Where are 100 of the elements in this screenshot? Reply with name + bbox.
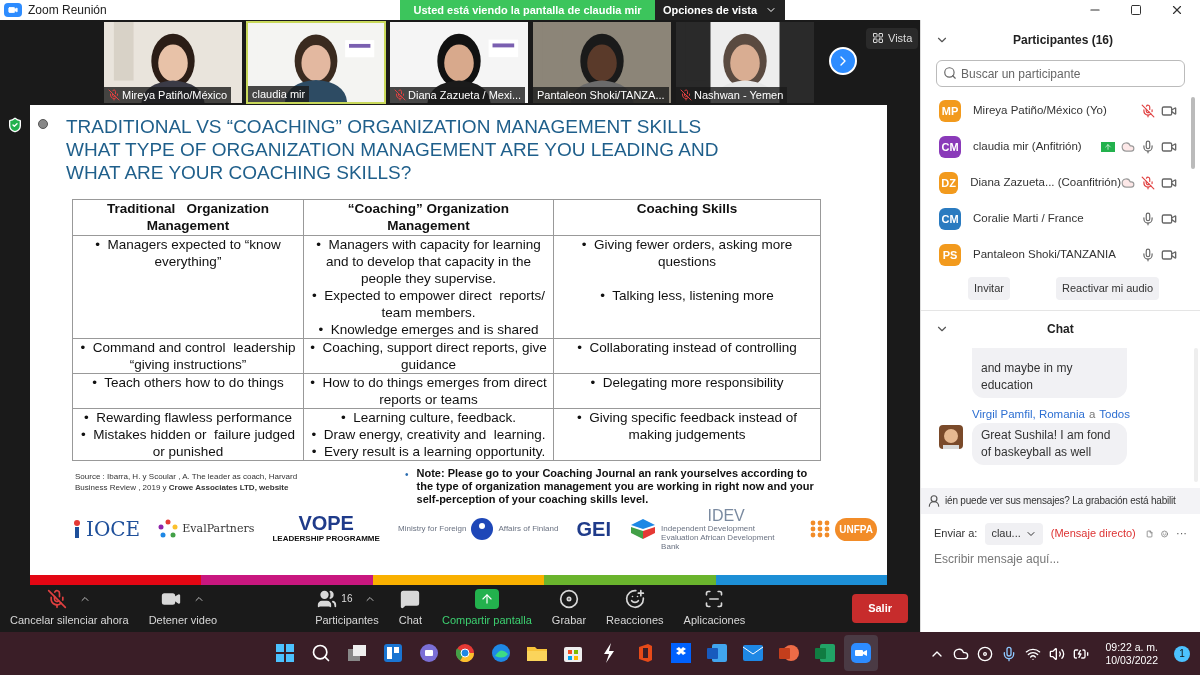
participant-name: Mireya Patiño/México: [122, 87, 228, 103]
table-text: • How to do things emerges from direct reports or teams: [309, 374, 548, 408]
table-text: • Giving fewer orders, asking more questions: [580, 236, 794, 270]
recipient-dropdown[interactable]: clau...: [985, 522, 1043, 545]
toolbar-button[interactable]: Cancelar silenciar ahora: [6, 588, 133, 629]
bullet-text: •: [405, 468, 409, 482]
video-tile[interactable]: claudia mir: [246, 21, 386, 104]
table-text: • Every result is a learning opportunity.: [310, 443, 547, 460]
table-text: • Collaborating instead of controlling: [576, 339, 798, 356]
toolbar-button[interactable]: 16 Participantes: [311, 588, 383, 629]
source-text: Source : Ibarra, H. y Scoular , A. The leader as coach, Harvard Business Review , 2019 y Crowe Associates LTD, website: [75, 471, 299, 494]
panel-button[interactable]: Invitar: [968, 277, 1010, 300]
table-text: • Managers with capacity for learning and to develop that capacity in the people they supervise.: [315, 236, 542, 287]
logo-text: Ministry for Foreign: [398, 523, 467, 535]
avatar: MP: [939, 100, 961, 122]
panel-button[interactable]: Reactivar mi audio: [1055, 277, 1160, 300]
logo-text: EvalPartners: [182, 520, 255, 537]
column-header: Traditional Organization Management: [72, 199, 304, 236]
video-tile[interactable]: Diana Zazueta / Mexi...: [389, 21, 529, 104]
logo-text: Affairs of Finland: [498, 523, 559, 535]
table-text: • Managers expected to “know everything”: [94, 236, 282, 270]
leave-button[interactable]: Salir: [852, 594, 908, 623]
people-icon: [317, 588, 338, 609]
close-icon[interactable]: [1170, 3, 1184, 17]
column-header: Coaching Skills: [553, 199, 821, 236]
column-header: “Coaching” Organization Management: [303, 199, 554, 236]
logo-text: IOCE: [86, 516, 141, 543]
toolbar-button[interactable]: Reacciones: [602, 588, 668, 629]
table-text: • Command and control leadership “giving instructions”: [79, 339, 297, 373]
window-title: Zoom Reunión: [28, 2, 107, 19]
zoom-logo-icon: [4, 3, 22, 17]
logo-mark-icon: [72, 519, 82, 539]
video-tile[interactable]: Mireya Patiño/México: [103, 21, 243, 104]
camera-icon: [1161, 103, 1177, 119]
direct-message-tag: (Mensaje directo): [1050, 525, 1136, 542]
record-icon: [558, 588, 579, 609]
panel-title: Participantes (16): [1013, 32, 1114, 49]
panel-title: Chat: [1047, 321, 1074, 338]
person-icon: [927, 493, 941, 508]
participant-row[interactable]: CM Coralie Marti / France: [921, 201, 1183, 237]
participant-row[interactable]: DZ Diana Zazueta... (Coanfitrión): [921, 165, 1183, 201]
logo-text: UNFPA: [835, 517, 877, 541]
participant-name: Pantaleon Shoki/TANZANIA: [973, 247, 1116, 263]
table-text: • Teach others how to do things: [91, 374, 285, 391]
to-word: a: [1088, 406, 1096, 422]
count-text: 16: [341, 592, 353, 607]
view-button[interactable]: Vista: [866, 28, 919, 49]
notification-badge[interactable]: 1: [1174, 645, 1190, 662]
maximize-icon[interactable]: [1130, 4, 1142, 16]
send-to-label: Enviar a:: [934, 526, 978, 542]
sender-name[interactable]: Virgil Pamfil, Romania: [972, 405, 1085, 423]
dots-icon: [809, 519, 832, 539]
table-text: • Knowledge emerges and is shared: [317, 321, 540, 338]
table-text: • Expected to empower direct reports/ team members.: [311, 287, 546, 321]
note-text: Note: Please go to your Coaching Journal an rank yourselves according to the type of organization management you are working in right now and your self-perception of your coaching skills level.: [416, 467, 815, 506]
table-text: • Talking less, listening more: [599, 287, 775, 304]
camera-icon: [1161, 247, 1177, 263]
chat-bubble-icon: [400, 588, 421, 609]
clock[interactable]: 09:22 a. m. 10/03/2022: [1105, 640, 1158, 667]
table-text: • Giving specific feedback instead of making judgements: [575, 409, 799, 443]
participant-name: Mireya Patiño/México (Yo): [973, 103, 1107, 119]
participant-row[interactable]: MP Mireya Patiño/México (Yo): [921, 93, 1183, 129]
table-text: • Learning culture, feedback.: [339, 409, 518, 426]
toolbar-button[interactable]: Compartir pantalla: [437, 588, 536, 629]
logo-subtitle: Independent Development Evaluation African Development Bank: [661, 523, 776, 551]
avatar: PS: [939, 244, 961, 266]
table-text: • Draw energy, creativity and learning.: [310, 426, 547, 443]
participant-name: Nashwan - Yemen: [694, 87, 784, 103]
toolbar-button[interactable]: Detener video: [144, 588, 222, 629]
share-screen-icon: [474, 588, 499, 609]
message-bubble: and maybe in my education: [972, 347, 1127, 398]
participant-name: Pantaleon Shoki/TANZA...: [537, 87, 665, 103]
video-camera-icon[interactable]: [844, 635, 878, 671]
logo-text: IDEV: [707, 507, 745, 524]
speaker-icon[interactable]: [1049, 645, 1066, 662]
message-bubble: Great Sushila! I am fond of baskeyball as well: [972, 422, 1127, 465]
avatar: DZ: [939, 172, 959, 194]
participant-row[interactable]: PS Pantaleon Shoki/TANZANIA: [921, 237, 1183, 273]
table-text: • Mistakes hidden or failure judged or punished: [79, 426, 297, 460]
participant-row[interactable]: CM claudia mir (Anfitrión): [921, 129, 1183, 165]
video-tile[interactable]: Pantaleon Shoki/TANZA...: [532, 21, 672, 104]
toolbar-button[interactable]: Chat: [394, 588, 426, 629]
grid-icon: [872, 32, 884, 45]
search-field[interactable]: Buscar un participante: [936, 60, 1185, 87]
toolbar-button[interactable]: Grabar: [547, 588, 591, 629]
shield-icon: [7, 117, 23, 133]
smiley-icon: [624, 588, 645, 609]
more-button[interactable]: ···: [1176, 525, 1187, 542]
recipient-name[interactable]: Todos: [1099, 405, 1130, 423]
toolbar-button[interactable]: Aplicaciones: [679, 588, 750, 629]
avatar: CM: [939, 208, 961, 230]
camera-icon: [1161, 211, 1177, 227]
next-page-button[interactable]: [829, 47, 857, 75]
video-tile[interactable]: Nashwan - Yemen: [675, 21, 815, 104]
message-input[interactable]: Escribir mensaje aquí...: [934, 549, 1187, 568]
table-text: • Coaching, support direct reports, give guidance: [309, 339, 548, 373]
search-icon: [943, 66, 957, 80]
apps-icon: [704, 588, 725, 609]
slide-title: TRADITIONAL VS “COACHING” ORGANIZATION MANAGEMENT SKILLS WHAT TYPE OF ORGANIZATION MANAGEMENT ARE YOU LEADING AND WHAT ARE YOUR COACHING SKILLS?: [66, 115, 719, 184]
view-options-button[interactable]: Opciones de vista: [655, 0, 785, 20]
